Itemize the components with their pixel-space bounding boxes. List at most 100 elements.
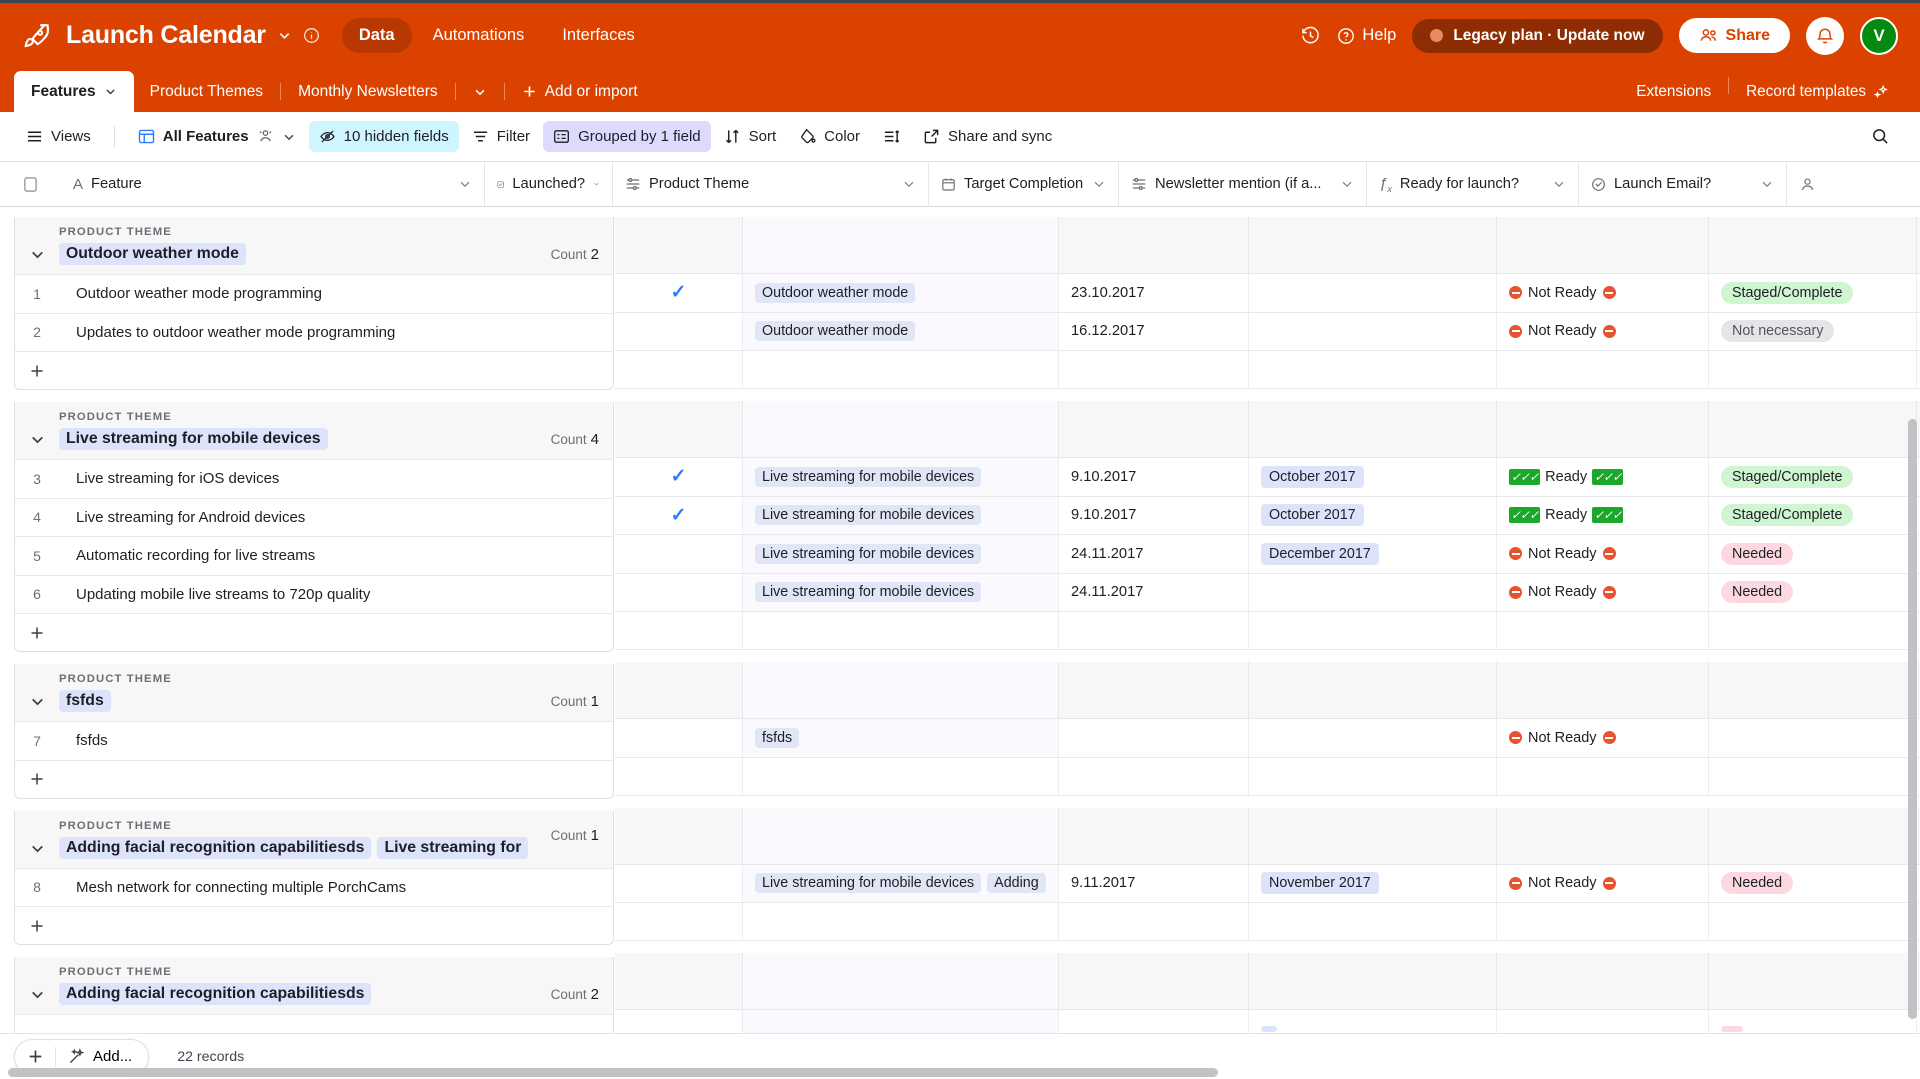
chevron-down-icon[interactable]: [458, 177, 472, 191]
chevron-down-icon[interactable]: [1552, 177, 1566, 191]
row-primary-cell[interactable]: Live streaming for Android devices: [59, 509, 305, 526]
column-header-target-completion[interactable]: Target Completion: [929, 162, 1119, 206]
launched-checkmark-icon[interactable]: ✓: [671, 504, 687, 527]
column-header-launched[interactable]: Launched?: [485, 162, 613, 206]
share-button[interactable]: Share: [1679, 18, 1790, 53]
row-primary-cell[interactable]: Outdoor weather mode programming: [59, 285, 322, 302]
add-row-cells[interactable]: [615, 758, 1920, 796]
table-row[interactable]: 8 Mesh network for connecting multiple P…: [15, 868, 613, 907]
group-header[interactable]: PRODUCT THEME Outdoor weather mode Count…: [15, 217, 613, 274]
hidden-fields-button[interactable]: 10 hidden fields: [309, 121, 459, 152]
chevron-down-icon[interactable]: [1092, 177, 1106, 191]
add-record-button[interactable]: [15, 1048, 55, 1065]
add-with-ai-button[interactable]: Add...: [56, 1048, 148, 1065]
table-row[interactable]: 1 Outdoor weather mode programming: [15, 274, 613, 313]
row-primary-cell[interactable]: Updating mobile live streams to 720p qua…: [59, 586, 370, 603]
add-row-button[interactable]: [15, 906, 613, 944]
record-templates-button[interactable]: Record templates: [1730, 71, 1904, 112]
add-row-cells[interactable]: [615, 612, 1920, 650]
record-templates-label: Record templates: [1746, 83, 1866, 101]
column-header-collaborator[interactable]: [1787, 162, 1847, 206]
table-tab-product-themes[interactable]: Product Themes: [134, 71, 279, 112]
chevron-down-icon[interactable]: [902, 177, 916, 191]
add-row-button[interactable]: [15, 760, 613, 798]
row-primary-cell[interactable]: Updates to outdoor weather mode programm…: [59, 324, 395, 341]
group-collapse-chevron-icon[interactable]: [15, 840, 59, 859]
table-row[interactable]: 2 Updates to outdoor weather mode progra…: [15, 313, 613, 352]
table-row[interactable]: 5 Automatic recording for live streams: [15, 536, 613, 575]
sort-button[interactable]: Sort: [714, 121, 787, 152]
add-or-import-button[interactable]: Add or import: [506, 71, 654, 112]
extensions-button[interactable]: Extensions: [1620, 71, 1727, 112]
add-row-cells[interactable]: [615, 351, 1920, 389]
group-header[interactable]: PRODUCT THEME Adding facial recognition …: [15, 957, 613, 1014]
color-button[interactable]: Color: [789, 121, 870, 152]
table-row[interactable]: 3 Live streaming for iOS devices: [15, 459, 613, 498]
table-row-cells[interactable]: Live streaming for mobile devices Adding…: [615, 865, 1920, 904]
table-tab-monthly-newsletters[interactable]: Monthly Newsletters: [282, 71, 454, 112]
not-ready-icon: [1603, 731, 1616, 744]
notifications-button[interactable]: [1806, 17, 1844, 55]
group-header[interactable]: PRODUCT THEME Adding facial recognition …: [15, 811, 613, 868]
horizontal-scrollbar[interactable]: [8, 1068, 1218, 1077]
group-value-chips: Adding facial recognition capabilitiesds…: [59, 837, 528, 859]
column-header-feature[interactable]: A Feature: [61, 162, 485, 206]
group-collapse-chevron-icon[interactable]: [15, 986, 59, 1005]
group-collapse-chevron-icon[interactable]: [15, 246, 59, 265]
group-collapse-chevron-icon[interactable]: [15, 431, 59, 450]
group-header[interactable]: PRODUCT THEME fsfds Count1: [15, 664, 613, 721]
column-header-launch-email[interactable]: Launch Email?: [1579, 162, 1787, 206]
row-primary-cell[interactable]: Automatic recording for live streams: [59, 547, 315, 564]
column-header-product-theme[interactable]: Product Theme: [613, 162, 929, 206]
column-header-newsletter-mention[interactable]: Newsletter mention (if a...: [1119, 162, 1367, 206]
share-and-sync-button[interactable]: Share and sync: [913, 121, 1062, 152]
current-view-button[interactable]: All Features: [128, 121, 306, 152]
table-tab-features[interactable]: Features: [14, 71, 134, 112]
nav-tab-interfaces[interactable]: Interfaces: [545, 18, 651, 53]
group-collapse-chevron-icon[interactable]: [15, 693, 59, 712]
table-row[interactable]: 7 fsfds: [15, 721, 613, 760]
views-button[interactable]: Views: [16, 121, 101, 152]
app-title-chevron-down-icon[interactable]: [277, 28, 292, 43]
launched-checkmark-icon[interactable]: ✓: [671, 465, 687, 488]
vertical-scrollbar[interactable]: [1908, 419, 1917, 1019]
table-row[interactable]: 6 Updating mobile live streams to 720p q…: [15, 575, 613, 614]
row-primary-cell[interactable]: Mesh network for connecting multiple Por…: [59, 879, 406, 896]
table-row-cells[interactable]: Live streaming for mobile devices 24.11.…: [615, 535, 1920, 574]
select-all-checkbox[interactable]: [0, 162, 61, 206]
table-row[interactable]: 4 Live streaming for Android devices: [15, 498, 613, 537]
row-primary-cell[interactable]: Live streaming for iOS devices: [59, 470, 279, 487]
row-primary-cell[interactable]: fsfds: [59, 732, 108, 749]
help-button[interactable]: Help: [1337, 26, 1396, 45]
user-avatar[interactable]: V: [1860, 17, 1898, 55]
table-row-cells[interactable]: ✓ Outdoor weather mode 23.10.2017 Not Re…: [615, 274, 1920, 313]
info-icon[interactable]: [303, 27, 320, 44]
table-tabs-overflow-button[interactable]: [457, 71, 503, 112]
launched-checkmark-icon[interactable]: ✓: [671, 281, 687, 304]
search-button[interactable]: [1861, 120, 1900, 153]
add-row-button[interactable]: [15, 351, 613, 389]
group-button[interactable]: Grouped by 1 field: [543, 121, 711, 152]
filter-icon: [472, 128, 489, 145]
chevron-down-icon[interactable]: [593, 177, 600, 191]
filter-button[interactable]: Filter: [462, 121, 540, 152]
add-row-cells[interactable]: [615, 903, 1920, 941]
hamburger-icon: [26, 128, 43, 145]
chevron-down-icon[interactable]: [1760, 177, 1774, 191]
nav-tab-automations[interactable]: Automations: [416, 18, 542, 53]
nav-tab-data[interactable]: Data: [342, 18, 412, 53]
plan-label: Legacy plan · Update now: [1453, 27, 1644, 45]
table-row-cells[interactable]: fsfds Not Ready: [615, 719, 1920, 758]
plan-upgrade-button[interactable]: Legacy plan · Update now: [1412, 19, 1662, 53]
column-header-newsletter-mention-label: Newsletter mention (if a...: [1155, 176, 1322, 192]
table-row-cells[interactable]: ✓ Live streaming for mobile devices 9.10…: [615, 497, 1920, 536]
table-row-cells[interactable]: Outdoor weather mode 16.12.2017 Not Read…: [615, 313, 1920, 352]
row-height-button[interactable]: [873, 121, 910, 152]
history-icon[interactable]: [1300, 25, 1321, 46]
chevron-down-icon[interactable]: [1340, 177, 1354, 191]
table-row-cells[interactable]: Live streaming for mobile devices 24.11.…: [615, 574, 1920, 613]
table-row-cells[interactable]: ✓ Live streaming for mobile devices 9.10…: [615, 458, 1920, 497]
column-header-ready-for-launch[interactable]: ƒx Ready for launch?: [1367, 162, 1579, 206]
add-row-button[interactable]: [15, 613, 613, 651]
group-header[interactable]: PRODUCT THEME Live streaming for mobile …: [15, 402, 613, 459]
